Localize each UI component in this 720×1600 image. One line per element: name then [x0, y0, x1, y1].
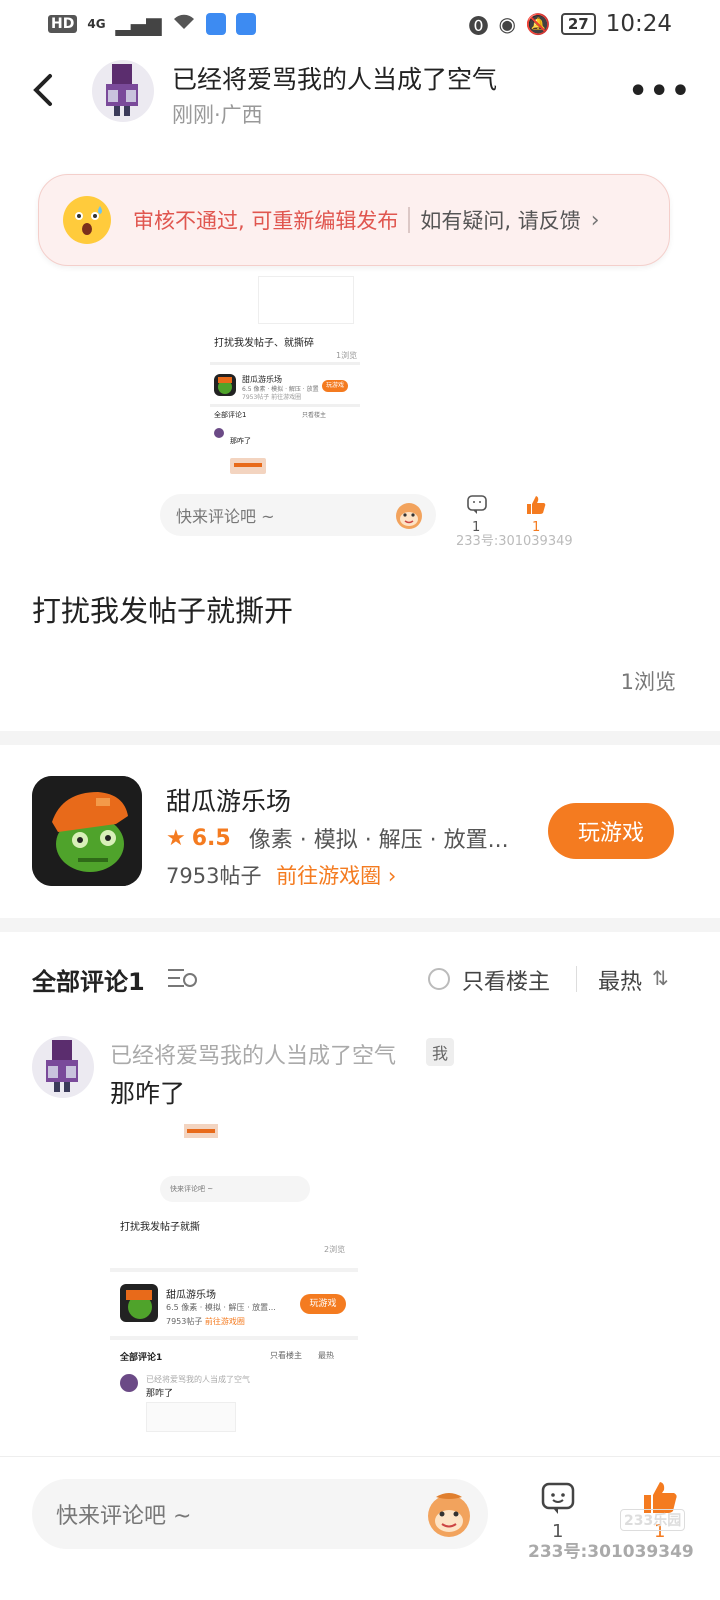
eye-icon: ◉: [498, 12, 516, 36]
review-status-banner[interactable]: 审核不通过, 可重新编辑发布 如有疑问, 请反馈 ›: [38, 174, 670, 266]
mini-comments-title: 全部评论1: [214, 411, 247, 419]
only-owner-label[interactable]: 只看楼主: [462, 964, 550, 996]
battery-indicator: 27: [560, 13, 596, 35]
game-icon[interactable]: [32, 776, 142, 886]
review-fail-text: 审核不通过, 可重新编辑发布: [133, 209, 399, 233]
wifi-icon: [172, 12, 196, 36]
comment-bubble-icon[interactable]: [540, 1481, 576, 1525]
post-content: 打扰我发帖子就撕开: [32, 594, 294, 628]
only-owner-radio[interactable]: [428, 968, 450, 990]
mini-image-placeholder: [258, 276, 354, 324]
sort-icon[interactable]: [166, 966, 198, 996]
mini-game-posts: 7953帖子 前往游戏圈: [166, 1317, 245, 1326]
mini-game-icon: [214, 374, 236, 396]
mini-comment-placeholder: 快来评论吧 ~: [170, 1185, 214, 1193]
mini-only-owner: 只看楼主: [302, 412, 327, 419]
banner-divider: [408, 207, 411, 233]
game-meta: ★ 6.5 像素 · 模拟 · 解压 · 放置...: [166, 822, 509, 854]
embedded-like-icon: [524, 494, 548, 521]
back-arrow-icon: [33, 74, 52, 106]
view-count: 1浏览: [620, 670, 676, 694]
section-divider-2: [0, 918, 720, 932]
monkey-face-icon[interactable]: [422, 1487, 476, 1541]
comment-author-avatar[interactable]: [32, 1036, 94, 1098]
post-header: 已经将爱骂我的人当成了空气 刚刚·广西 •••: [0, 52, 720, 134]
embedded-comment-pill: 快来评论吧 ~: [160, 494, 436, 536]
mini-comment-author: 已经将爱骂我的人当成了空气: [146, 1375, 250, 1384]
status-bar: HD 4G ▂▄▆ ⓿ ◉ 🔕 27 10:24: [0, 0, 720, 48]
game-rating: 6.5: [191, 825, 231, 851]
embedded-comment-icon: [466, 494, 488, 521]
comment-image[interactable]: 快来评论吧 ~ 打扰我发帖子就撕 2浏览 甜瓜游乐场 6.5 像素 · 模拟 ·…: [110, 1118, 360, 1458]
mini-thumbnail: [230, 458, 266, 474]
embedded-watermark: 233号:301039349: [456, 534, 573, 549]
more-dots-icon: •••: [628, 74, 692, 109]
nfc-icon: ⓿: [468, 13, 489, 38]
comment-author-name[interactable]: 已经将爱骂我的人当成了空气: [110, 1038, 396, 1070]
play-game-button[interactable]: 玩游戏: [548, 803, 674, 859]
comment-text: 那咋了: [110, 1079, 186, 1108]
clock: 10:24: [605, 11, 672, 37]
mini-only-owner: 只看楼主: [270, 1351, 302, 1360]
game-name[interactable]: 甜瓜游乐场: [166, 782, 291, 818]
mini-divider-2: [110, 1336, 358, 1340]
sort-hot-label[interactable]: 最热: [598, 964, 642, 996]
mini-avatar: [214, 428, 224, 438]
mini-game-tags: 6.5 像素 · 模拟 · 解压 · 放置...: [166, 1303, 276, 1312]
network-indicator: 4G: [87, 17, 106, 31]
post-time-location: 刚刚·广西: [172, 103, 263, 127]
game-tags: 像素 · 模拟 · 解压 · 放置...: [248, 828, 509, 853]
mini-comment-image: [146, 1402, 236, 1432]
author-name[interactable]: 已经将爱骂我的人当成了空气: [172, 60, 497, 96]
monkey-face-icon: [396, 503, 422, 529]
signal-icon: ▂▄▆: [115, 12, 162, 36]
mini-play-button: 玩游戏: [322, 380, 348, 392]
game-posts-row: 7953帖子 前往游戏圈 ›: [166, 860, 396, 890]
mini-sort: 最热: [318, 1351, 334, 1360]
mini-divider-2: [210, 404, 360, 407]
mini-post-text: 打扰我发帖子就撕: [120, 1222, 200, 1233]
mini-comment-text: 那咋了: [146, 1389, 174, 1399]
feedback-link[interactable]: 如有疑问, 请反馈: [420, 205, 580, 235]
app-notification-icon: [205, 13, 226, 35]
section-divider: [0, 731, 720, 745]
embedded-comment-placeholder: 快来评论吧 ~: [176, 507, 275, 526]
app-notification-icon-2: [235, 13, 256, 35]
mini-game-name: 甜瓜游乐场: [166, 1290, 216, 1301]
more-options-button[interactable]: •••: [628, 74, 692, 109]
header-divider: [576, 966, 577, 992]
bottom-bar: 快来评论吧 ~ 1 1: [0, 1456, 720, 1600]
mini-divider: [210, 362, 360, 365]
comment-input-placeholder: 快来评论吧 ~: [56, 1504, 192, 1529]
comment-input[interactable]: 快来评论吧 ~: [32, 1479, 488, 1549]
back-button[interactable]: [28, 70, 68, 114]
mini-avatar: [120, 1374, 138, 1392]
chevron-right-icon: ›: [387, 864, 397, 888]
mini-divider: [110, 1268, 358, 1272]
mini-post-text: 打扰我发帖子、就撕碎: [214, 338, 314, 349]
watermark: 233号:301039349: [528, 1542, 694, 1562]
mini-comments-title: 全部评论1: [120, 1353, 163, 1363]
mini-comment-pill: 快来评论吧 ~: [160, 1176, 310, 1202]
mini-game-icon: [120, 1284, 158, 1322]
mute-bell-icon: 🔕: [525, 12, 551, 36]
sort-arrows-icon[interactable]: ⇅: [652, 966, 669, 990]
chevron-right-icon: ›: [590, 207, 600, 233]
mini-game-posts: 7953帖子 前往游戏圈: [242, 394, 302, 401]
mini-play-button: 玩游戏: [300, 1294, 346, 1314]
game-post-count: 7953帖子: [166, 864, 262, 888]
me-badge: 我: [426, 1038, 455, 1066]
surprised-face-icon: [63, 196, 111, 244]
comments-title: 全部评论1: [32, 968, 145, 996]
game-circle-link[interactable]: 前往游戏圈 ›: [276, 864, 396, 888]
mini-views: 1浏览: [336, 351, 358, 360]
mini-comment-text: 那咋了: [230, 437, 251, 445]
star-icon: ★: [166, 825, 186, 851]
mini-views: 2浏览: [324, 1245, 346, 1254]
author-avatar[interactable]: [92, 60, 154, 122]
mini-thumbnail: [184, 1124, 218, 1138]
watermark-logo: 233乐园: [620, 1509, 686, 1531]
hd-indicator: HD: [48, 15, 78, 33]
